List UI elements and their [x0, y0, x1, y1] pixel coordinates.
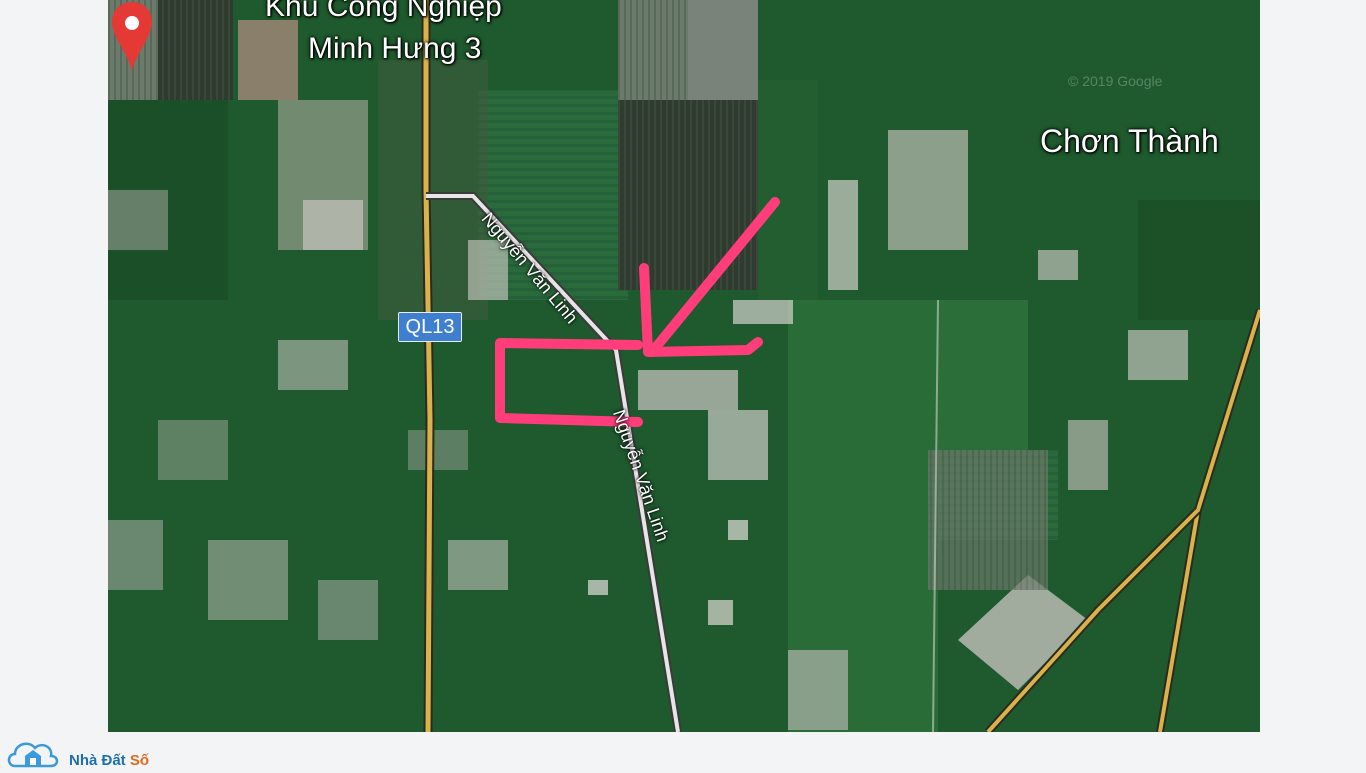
map-imagery: © 2019 Google: [108, 0, 1260, 732]
highway-shield: QL13: [398, 312, 462, 342]
city-label[interactable]: Chơn Thành: [1040, 123, 1219, 160]
brand-logo[interactable]: Nhà Đất Số: [5, 734, 165, 769]
industrial-park-label-line2: Minh Hưng 3: [308, 32, 482, 65]
brand-name: Nhà Đất: [69, 752, 126, 769]
location-pin-icon[interactable]: [108, 0, 156, 76]
map-attribution: © 2019 Google: [1068, 73, 1163, 89]
house-cloud-icon: [7, 742, 59, 768]
brand-name-suffix: Số: [129, 752, 150, 769]
satellite-map[interactable]: © 2019 Google Khu Công Nghiệp Minh Hưng …: [108, 0, 1260, 732]
industrial-park-label: Khu Công Nghiệp: [265, 0, 502, 23]
